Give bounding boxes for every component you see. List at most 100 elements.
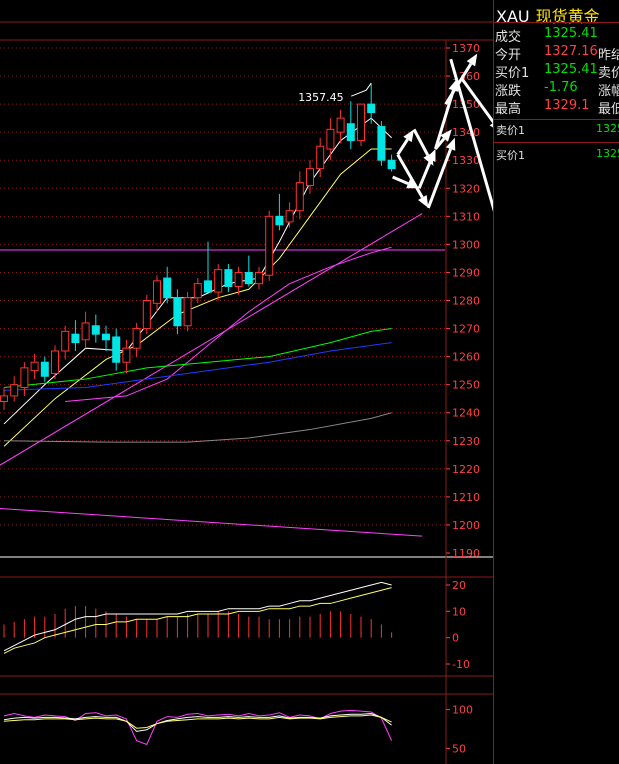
quote-value: 1327.16 [544, 44, 598, 59]
forecast-arrow-shaft [417, 159, 433, 189]
candle-up [295, 182, 304, 212]
forecast-arrow-shaft [392, 175, 409, 185]
candle-down [377, 126, 386, 161]
candle-down [102, 333, 110, 341]
quote-row: 今开 1327.16昨结 [494, 44, 619, 63]
quote-value: 1329.1 [544, 98, 590, 113]
quote-row: 最高 1329.1 最低 [494, 98, 619, 117]
macd-tick-label: 10 [452, 605, 466, 618]
candle-down [204, 280, 212, 293]
candle-up [20, 367, 29, 388]
kdj-tick-label: 100 [452, 704, 473, 717]
candle-up [326, 128, 335, 150]
candle-up [316, 145, 325, 170]
price-tick-label: 1270 [452, 323, 480, 336]
candle-up [30, 361, 39, 372]
candle-up [51, 350, 59, 374]
symbol-name: 现货黄金 [535, 7, 600, 26]
book-label: 买价1 [496, 149, 525, 162]
kdj-plot [3, 709, 393, 746]
gridlines [0, 21, 493, 764]
candle-down [346, 123, 355, 142]
candle-up [234, 271, 243, 287]
price-tick-label: 1280 [452, 295, 480, 308]
forecast-arrow-shaft [412, 128, 430, 156]
candle-down [163, 277, 172, 299]
candle-up [336, 117, 345, 133]
quote-value: -1.76 [544, 80, 578, 95]
price-tick-label: 1190 [452, 547, 480, 560]
panel-divider [494, 142, 619, 143]
quote-label-secondary: 最低 [598, 102, 619, 117]
price-tick-label: 1250 [452, 379, 480, 392]
symbol-code: XAU [496, 7, 530, 26]
quote-panel: XAU现货黄金 成交1325.41今开1327.16昨结买价11325.41卖价… [493, 0, 619, 764]
candle-up [193, 283, 202, 299]
price-tick-label: 1340 [452, 126, 480, 139]
price-tick-label: 1220 [452, 463, 480, 476]
quote-row: 成交 1325.41 [494, 26, 619, 45]
candle-up [153, 280, 161, 304]
price-tick-label: 1320 [452, 182, 480, 195]
quote-label-secondary: 涨幅 [598, 84, 619, 99]
candle-up [0, 395, 8, 402]
price-tick-label: 1300 [452, 238, 480, 251]
price-tick-label: 1240 [452, 407, 480, 420]
price-tick-label: 1310 [452, 210, 480, 223]
quote-label-secondary: 昨结 [598, 48, 619, 63]
candle-down [40, 361, 49, 377]
candle-down [112, 336, 121, 363]
price-plot: 1357.45 [0, 82, 445, 537]
panel-divider [494, 119, 619, 120]
candle-up [265, 215, 274, 276]
candle-up [81, 322, 90, 341]
panel-divider [494, 22, 619, 23]
price-tick-label: 1290 [452, 266, 480, 279]
quote-label: 最高 [495, 102, 522, 117]
candle-up [183, 297, 192, 327]
candle-up [357, 103, 365, 142]
moving-average-line [3, 412, 392, 443]
moving-average-line [3, 117, 392, 425]
candle-down [71, 333, 80, 344]
high-annotation-leader [351, 82, 372, 97]
price-tick-label: 1210 [452, 491, 480, 504]
candle-up [214, 269, 223, 293]
high-annotation: 1357.45 [298, 91, 344, 104]
candle-down [91, 325, 100, 335]
price-tick-label: 1330 [452, 154, 480, 167]
macd-plot [3, 581, 393, 654]
price-tick-label: 1370 [452, 42, 480, 55]
trendline [0, 508, 423, 537]
quote-label: 买价1 [495, 66, 530, 81]
forecast-arrow-shaft [396, 153, 424, 199]
macd-tick-label: 20 [452, 579, 466, 592]
quote-title: XAU 现货黄金 [494, 3, 619, 26]
price-tick-label: 1260 [452, 351, 480, 364]
kdj-tick-label: 50 [452, 742, 466, 755]
candle-up [306, 168, 314, 186]
book-row: 卖价1 1325 [494, 122, 619, 138]
quote-label-secondary: 卖价 [598, 66, 619, 81]
candle-up [122, 347, 131, 363]
candle-down [367, 103, 376, 114]
quote-label: 成交 [495, 30, 522, 45]
candle-down [244, 271, 253, 285]
candle-down [275, 215, 284, 226]
candle-up [255, 271, 263, 285]
chart-area: 1357.45 1190 1200 1210 1220 1230 1240 1250 1260… [0, 21, 493, 764]
price-tick-label: 1230 [452, 435, 480, 448]
candle-up [285, 210, 294, 223]
candle-up [10, 384, 19, 397]
candle-up [142, 300, 151, 330]
quote-value: 1325.41 [544, 62, 598, 77]
book-value: 1325 [596, 122, 619, 135]
candle-up [61, 330, 70, 352]
book-label: 卖价1 [496, 124, 525, 137]
quote-label: 涨跌 [495, 84, 522, 99]
book-row: 买价1 1325 [494, 147, 619, 163]
candle-down [173, 297, 182, 327]
book-value: 1325 [596, 147, 619, 160]
macd-tick-label: 0 [452, 632, 459, 645]
candle-down [224, 269, 233, 287]
